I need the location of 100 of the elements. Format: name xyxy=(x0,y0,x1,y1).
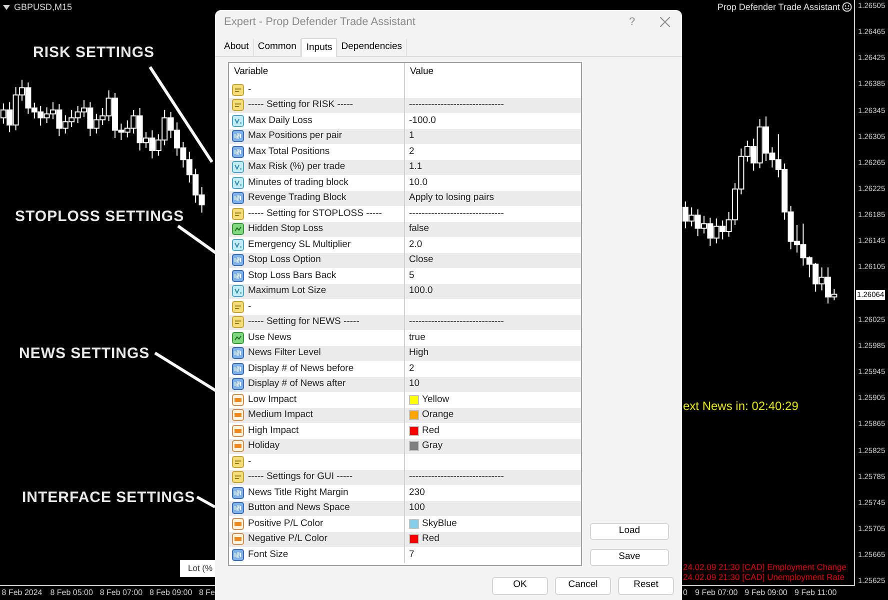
table-cell: Apply to losing pairs xyxy=(409,191,494,206)
table-cell: Holiday xyxy=(248,439,280,454)
table-cell: 5 xyxy=(409,268,414,283)
table-cell: Revenge Trading Block xyxy=(248,191,346,206)
table-cell: News Filter Level xyxy=(248,346,321,360)
table-cell: Low Impact xyxy=(248,392,297,407)
table-cell: Positive P/L Color xyxy=(248,516,324,531)
lot-button[interactable]: Lot (% xyxy=(180,560,215,577)
variable-type-icon xyxy=(232,332,244,344)
table-cell: News Title Right Margin xyxy=(248,486,348,500)
dialog-button[interactable]: Reset xyxy=(618,576,674,594)
variable-type-icon xyxy=(232,238,244,251)
variable-type-icon xyxy=(232,99,244,112)
variable-type-icon xyxy=(232,471,244,484)
time-label: 8 Feb 07:00 xyxy=(100,587,143,598)
table-cell: Use News xyxy=(248,330,292,345)
annotation-label: STOPLOSS SETTINGS xyxy=(15,207,184,227)
variable-type-icon xyxy=(232,84,244,96)
table-cell: Minutes of trading block xyxy=(248,176,348,190)
variable-type-icon xyxy=(232,161,244,174)
table-cell: 1 xyxy=(409,129,414,144)
variable-type-icon xyxy=(232,114,244,127)
countdown-text: ext News in: 02:40:29 xyxy=(683,398,798,415)
variable-type-icon xyxy=(232,208,244,220)
table-cell: ----- Settings for GUI ----- xyxy=(248,470,352,484)
variable-type-icon xyxy=(232,300,244,313)
table-cell: ------------------------------ xyxy=(409,315,504,330)
table-cell: Red xyxy=(422,532,440,546)
dropdown-arrow-icon[interactable] xyxy=(3,4,10,10)
table-cell: Orange xyxy=(422,408,454,422)
variable-type-icon xyxy=(232,440,244,452)
table-cell: 230 xyxy=(409,486,425,500)
variable-type-icon xyxy=(232,176,244,189)
annotation-label: NEWS SETTINGS xyxy=(19,344,150,364)
variable-type-icon xyxy=(232,285,244,298)
table-cell: ------------------------------ xyxy=(409,470,504,484)
table-cell: - xyxy=(248,454,252,469)
table-cell: true xyxy=(409,330,426,345)
table-cell: Emergency SL Multiplier xyxy=(248,238,351,252)
time-label: 8 Fe xyxy=(199,587,216,598)
table-cell: High Impact xyxy=(248,424,299,438)
table-cell: 2 xyxy=(409,362,414,376)
table-cell: false xyxy=(409,222,430,236)
time-label: 9 Feb 11:00 xyxy=(794,587,837,598)
table-cell: Max Risk (%) per trade xyxy=(248,160,346,174)
side-button[interactable]: Load xyxy=(590,522,669,540)
table-cell: 10.0 xyxy=(409,176,428,190)
table-cell: Button and News Space xyxy=(248,501,350,516)
table-cell: - xyxy=(248,82,252,97)
table-cell: 100.0 xyxy=(409,284,433,298)
table-cell: Maximum Lot Size xyxy=(248,284,326,298)
window-title: Expert - Prop Defender Trade Assistant xyxy=(224,14,416,30)
variable-type-icon xyxy=(232,394,244,406)
table-cell: 100 xyxy=(409,501,425,516)
table-cell: Max Daily Loss xyxy=(248,114,312,128)
tab[interactable]: Inputs xyxy=(301,38,338,57)
table-cell: ----- Setting for RISK ----- xyxy=(248,98,354,112)
annotation-label: INTERFACE SETTINGS xyxy=(22,488,196,508)
time-label: 8 Feb 05:00 xyxy=(50,587,93,598)
table-cell: Close xyxy=(409,253,434,268)
table-cell: 10 xyxy=(409,377,420,392)
time-label: 9 Feb 07:00 xyxy=(695,587,738,598)
table-cell: Stop Loss Bars Back xyxy=(248,268,336,283)
table-cell: Yellow xyxy=(422,392,450,407)
variable-type-icon xyxy=(232,223,244,236)
table-cell: 2 xyxy=(409,144,414,159)
table-cell: High xyxy=(409,346,429,360)
table-cell: ------------------------------ xyxy=(409,206,504,221)
time-label: 8 Feb 2024 xyxy=(2,587,42,598)
dialog-button[interactable]: Cancel xyxy=(555,576,611,594)
variable-type-icon xyxy=(232,518,244,530)
side-button[interactable]: Save xyxy=(590,548,669,566)
table-cell: Display # of News after xyxy=(248,377,346,392)
table-cell: ----- Setting for NEWS ----- xyxy=(248,315,360,330)
annotation-label: RISK SETTINGS xyxy=(33,43,155,63)
indicator-title: Prop Defender Trade Assistant xyxy=(717,1,840,13)
table-cell: Max Positions per pair xyxy=(248,129,342,144)
table-cell: Font Size xyxy=(248,548,288,562)
table-cell: 1.1 xyxy=(409,160,422,174)
table-cell: 2.0 xyxy=(409,238,422,252)
dialog-button[interactable]: OK xyxy=(492,576,548,594)
table-cell: Max Total Positions xyxy=(248,144,330,159)
variable-type-icon xyxy=(232,533,244,546)
table-cell: ------------------------------ xyxy=(409,98,504,112)
table-cell: Red xyxy=(422,424,440,438)
smiley-icon xyxy=(842,2,852,12)
table-cell: Gray xyxy=(422,439,443,454)
variable-type-icon xyxy=(232,316,244,328)
close-icon[interactable] xyxy=(660,17,670,27)
table-cell: Medium Impact xyxy=(248,408,313,422)
variable-type-icon xyxy=(232,424,244,437)
time-label: 8 Feb 09:00 xyxy=(149,587,192,598)
variable-type-icon xyxy=(232,409,244,422)
table-cell: SkyBlue xyxy=(422,516,457,531)
table-cell: -100.0 xyxy=(409,114,436,128)
table-cell: - xyxy=(248,300,252,314)
variable-type-icon xyxy=(232,456,244,468)
table-cell: 7 xyxy=(409,548,414,562)
news-line: 24.02.09 21:30 [CAD] Employment Change xyxy=(683,562,846,572)
table-cell: Stop Loss Option xyxy=(248,253,321,268)
